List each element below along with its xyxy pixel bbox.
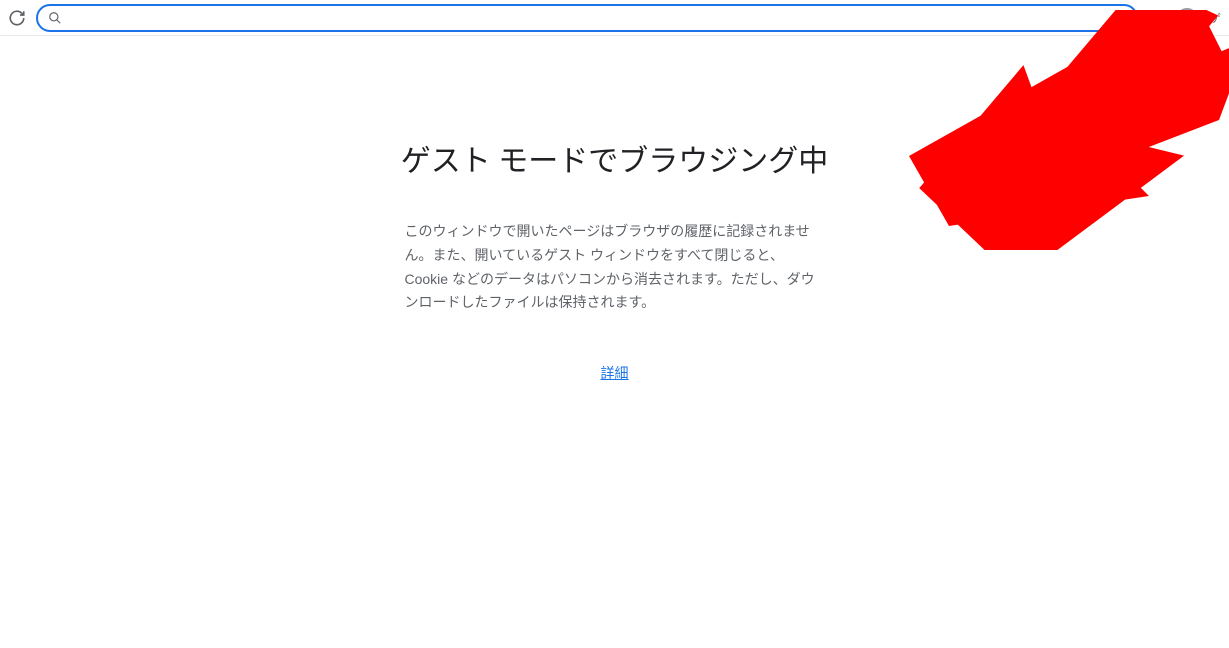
- address-input[interactable]: [70, 10, 1123, 25]
- reload-icon[interactable]: [8, 9, 26, 27]
- page-description: このウィンドウで開いたページはブラウザの履歴に記録されません。また、開いているゲ…: [405, 220, 825, 315]
- page-title: ゲスト モードでブラウジング中: [401, 136, 829, 180]
- details-link[interactable]: 詳細: [601, 363, 629, 383]
- guest-mode-content: ゲスト モードでブラウジング中 このウィンドウで開いたページはブラウザの履歴に記…: [0, 36, 1229, 648]
- profile-avatar-icon[interactable]: [1176, 7, 1198, 29]
- profile-label: ゲ: [1210, 10, 1221, 26]
- text-cursor: [1125, 10, 1126, 26]
- browser-toolbar: ゲ: [0, 0, 1229, 36]
- search-icon: [48, 11, 62, 25]
- side-panel-icon[interactable]: [1148, 9, 1166, 27]
- address-bar[interactable]: [36, 4, 1138, 32]
